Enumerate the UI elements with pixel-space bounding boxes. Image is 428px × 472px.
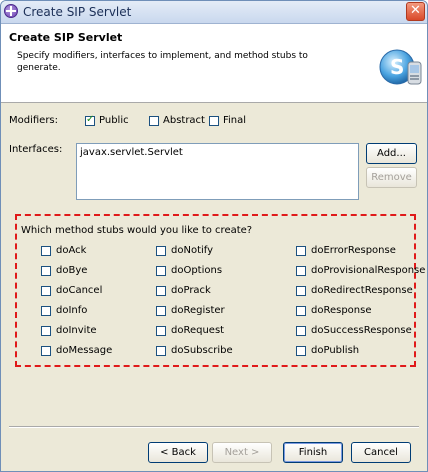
footer-divider (9, 426, 419, 428)
dooptions-checkbox[interactable] (156, 266, 166, 276)
cancel-button[interactable]: Cancel (351, 442, 411, 463)
final-checkbox-label[interactable]: Final (223, 115, 246, 126)
title-bar[interactable]: Create SIP Servlet ✕ (1, 1, 427, 24)
doprack-checkbox[interactable] (156, 286, 166, 296)
domessage-checkbox[interactable] (41, 346, 51, 356)
doinvite-label[interactable]: doInvite (56, 325, 97, 336)
doprovisionalresponse-label[interactable]: doProvisionalResponse (311, 265, 425, 276)
public-checkbox-label[interactable]: Public (99, 115, 129, 126)
dosuccessresponse-checkbox[interactable] (296, 326, 306, 336)
finish-button[interactable]: Finish (283, 442, 343, 463)
remove-interface-button[interactable]: Remove (366, 167, 417, 188)
dorequest-label[interactable]: doRequest (171, 325, 224, 336)
back-button[interactable]: < Back (148, 442, 208, 463)
add-interface-button[interactable]: Add... (366, 143, 417, 164)
doerrorresponse-label[interactable]: doErrorResponse (311, 245, 396, 256)
method-stubs-prompt: Which method stubs would you like to cre… (21, 225, 253, 236)
interfaces-label: Interfaces: (9, 144, 63, 155)
interface-item[interactable]: javax.servlet.Servlet (80, 147, 183, 158)
doprack-label[interactable]: doPrack (171, 285, 211, 296)
doack-label[interactable]: doAck (56, 245, 86, 256)
dobye-checkbox[interactable] (41, 266, 51, 276)
sip-app-icon (4, 4, 18, 18)
doack-checkbox[interactable] (41, 246, 51, 256)
donotify-checkbox[interactable] (156, 246, 166, 256)
public-checkbox[interactable] (85, 114, 95, 126)
dobye-label[interactable]: doBye (56, 265, 87, 276)
interfaces-list[interactable]: javax.servlet.Servlet (76, 143, 359, 200)
docancel-checkbox[interactable] (41, 286, 51, 296)
abstract-checkbox[interactable] (149, 116, 159, 126)
doprovisionalresponse-checkbox[interactable] (296, 266, 306, 276)
dopublish-label[interactable]: doPublish (311, 345, 359, 356)
doerrorresponse-checkbox[interactable] (296, 246, 306, 256)
dooptions-label[interactable]: doOptions (171, 265, 222, 276)
doredirectresponse-checkbox[interactable] (296, 286, 306, 296)
docancel-label[interactable]: doCancel (56, 285, 102, 296)
dopublish-checkbox[interactable] (296, 346, 306, 356)
dosuccessresponse-label[interactable]: doSuccessResponse (311, 325, 412, 336)
header-description: Specify modifiers, interfaces to impleme… (17, 51, 308, 73)
doregister-label[interactable]: doRegister (171, 305, 225, 316)
modifiers-label: Modifiers: (9, 115, 59, 126)
dosubscribe-checkbox[interactable] (156, 346, 166, 356)
final-checkbox[interactable] (209, 116, 219, 126)
doregister-checkbox[interactable] (156, 306, 166, 316)
doresponse-checkbox[interactable] (296, 306, 306, 316)
doinfo-checkbox[interactable] (41, 306, 51, 316)
window-title: Create SIP Servlet (23, 5, 132, 19)
doresponse-label[interactable]: doResponse (311, 305, 372, 316)
dorequest-checkbox[interactable] (156, 326, 166, 336)
wizard-header: Create SIP Servlet Specify modifiers, in… (1, 24, 427, 103)
domessage-label[interactable]: doMessage (56, 345, 112, 356)
doinvite-checkbox[interactable] (41, 326, 51, 336)
doinfo-label[interactable]: doInfo (56, 305, 87, 316)
next-button[interactable]: Next > (212, 442, 272, 463)
donotify-label[interactable]: doNotify (171, 245, 213, 256)
doredirectresponse-label[interactable]: doRedirectResponse (311, 285, 413, 296)
close-button[interactable]: ✕ (406, 2, 425, 21)
create-sip-servlet-dialog: Create SIP Servlet ✕ Create SIP Servlet … (0, 0, 428, 472)
svg-text:S: S (390, 55, 404, 79)
sip-wizard-icon: S (379, 49, 422, 85)
header-title: Create SIP Servlet (9, 31, 123, 44)
abstract-checkbox-label[interactable]: Abstract (163, 115, 205, 126)
dosubscribe-label[interactable]: doSubscribe (171, 345, 233, 356)
